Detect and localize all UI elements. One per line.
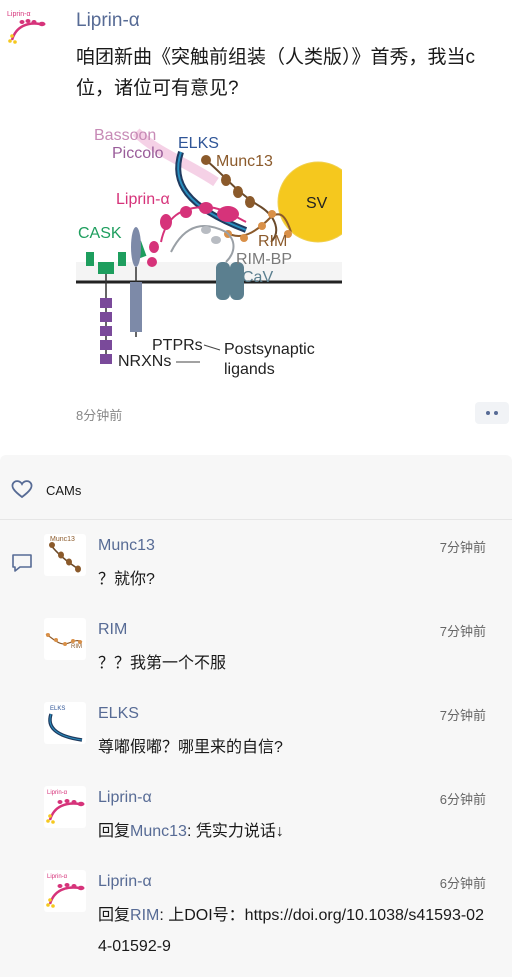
comment-item: Munc13 Munc13 7分钟前 ？就你? <box>0 534 512 594</box>
label-rimbp: RIM-BP <box>236 251 292 268</box>
label-piccolo: Piccolo <box>112 145 164 162</box>
label-ptprs: PTPRs <box>152 337 203 354</box>
label-postsynaptic: Postsynaptic <box>224 341 315 358</box>
comment-time: 6分钟前 <box>439 876 486 891</box>
reply-prefix: 回复 <box>98 823 131 840</box>
label-sv: SV <box>306 195 328 212</box>
commenter-name[interactable]: Liprin-α <box>98 873 152 891</box>
avatar-label: ELKS <box>50 706 65 712</box>
moment-post: Liprin-α Liprin-α 咱团新曲《突触前组装（人类版）》首秀，我当c… <box>0 0 512 440</box>
avatar-label: Liprin-α <box>47 874 68 880</box>
like-user[interactable]: CAMs <box>46 483 81 498</box>
commenter-name[interactable]: RIM <box>98 621 127 639</box>
interaction-panel: CAMs Munc13 Munc13 7分钟前 ？就你? RIM RIM 7分钟… <box>0 455 512 977</box>
comment-text: ？就你? <box>98 571 155 588</box>
heart-icon <box>11 480 33 499</box>
comment-item: ELKS ELKS 7分钟前 尊嘟假嘟？哪里来的自信? <box>0 702 512 762</box>
comment-time: 7分钟前 <box>439 708 486 723</box>
commenter-avatar[interactable]: Liprin-α <box>44 870 86 912</box>
reply-body: : 凭实力说话↓ <box>186 823 284 840</box>
comment-text: 回复Munc13: 凭实力说话↓ <box>98 816 492 847</box>
comment-item: Liprin-α Liprin-α 6分钟前 回复RIM: 上DOI号：http… <box>0 870 512 970</box>
dot-icon <box>486 411 490 415</box>
comment-item: Liprin-α Liprin-α 6分钟前 回复Munc13: 凭实力说话↓ <box>0 786 512 846</box>
author-avatar[interactable]: Liprin-α <box>6 8 46 48</box>
label-cask: CASK <box>78 225 122 242</box>
post-time: 8分钟前 <box>76 408 123 423</box>
label-cav: CaV <box>242 269 273 286</box>
post-author[interactable]: Liprin-α <box>76 10 140 32</box>
commenter-name[interactable]: Munc13 <box>98 537 155 555</box>
comment-text: 回复RIM: 上DOI号：https://doi.org/10.1038/s41… <box>98 900 492 962</box>
comment-text: 尊嘟假嘟？哪里来的自信? <box>98 739 283 756</box>
label-ligands: ligands <box>224 361 275 378</box>
comment-item: RIM RIM 7分钟前 ？？我第一个不服 <box>0 618 512 678</box>
comment-time: 6分钟前 <box>439 792 486 807</box>
label-munc13: Munc13 <box>216 153 273 170</box>
label-liprin: Liprin-α <box>116 191 170 208</box>
avatar-label: Munc13 <box>50 536 75 543</box>
avatar-label: Liprin-α <box>47 790 68 796</box>
commenter-avatar[interactable]: RIM <box>44 618 86 660</box>
label-elks: ELKS <box>178 135 219 152</box>
comment-time: 7分钟前 <box>439 624 486 639</box>
dot-icon <box>494 411 498 415</box>
label-bassoon: Bassoon <box>94 127 156 144</box>
reply-prefix: 回复 <box>98 907 131 924</box>
more-actions-button[interactable] <box>475 402 509 424</box>
comment-time: 7分钟前 <box>439 540 486 555</box>
commenter-avatar[interactable]: Munc13 <box>44 534 86 576</box>
label-nrxns: NRXNs <box>118 353 171 370</box>
commenter-name[interactable]: Liprin-α <box>98 789 152 807</box>
commenter-avatar[interactable]: Liprin-α <box>44 786 86 828</box>
commenter-name[interactable]: ELKS <box>98 705 139 723</box>
reply-target[interactable]: RIM <box>130 907 159 924</box>
avatar-label: Liprin-α <box>7 11 31 18</box>
label-rim: RIM <box>258 233 287 250</box>
post-image[interactable]: Bassoon Piccolo ELKS Munc13 SV Liprin-α … <box>76 122 342 382</box>
comment-text: ？？我第一个不服 <box>98 655 227 672</box>
commenter-avatar[interactable]: ELKS <box>44 702 86 744</box>
reply-target[interactable]: Munc13 <box>130 823 187 840</box>
likes-row: CAMs <box>0 455 512 520</box>
post-text: 咱团新曲《突触前组装（人类版）》首秀，我当c位，诸位可有意见? <box>76 47 476 99</box>
avatar-label: RIM <box>71 644 82 650</box>
